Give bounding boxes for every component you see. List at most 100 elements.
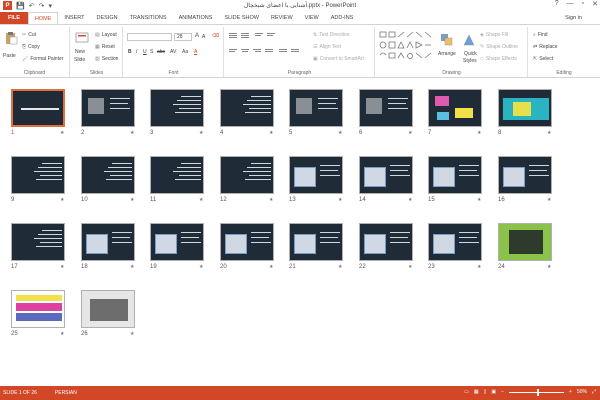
slide-thumbnail[interactable] [498, 89, 552, 127]
slide-sorter-view-icon[interactable]: ▦ [474, 389, 479, 395]
tab-view[interactable]: VIEW [299, 12, 325, 24]
tab-transitions[interactable]: TRANSITIONS [124, 12, 173, 24]
cut-button[interactable]: ✂ Cut [22, 32, 36, 38]
normal-view-icon[interactable]: ▭ [464, 389, 469, 395]
font-color-button[interactable]: A [194, 49, 197, 55]
slide-thumbnail[interactable] [81, 89, 135, 127]
slide-thumbnail[interactable] [498, 156, 552, 194]
strikethrough-button[interactable]: abc [157, 49, 165, 55]
tab-review[interactable]: REVIEW [265, 12, 299, 24]
change-case-button[interactable]: Aa [182, 49, 188, 55]
clear-format-icon[interactable]: ⌫ [212, 33, 219, 39]
section-button[interactable]: ▥ Section [95, 56, 118, 62]
arrange-icon[interactable] [440, 33, 454, 47]
italic-button[interactable]: I [136, 49, 137, 55]
slide-thumbnail[interactable] [11, 223, 65, 261]
slide-thumbnail[interactable] [359, 89, 413, 127]
slide-number: 19 [150, 264, 157, 270]
tab-insert[interactable]: INSERT [58, 12, 90, 24]
quick-styles-icon[interactable] [462, 33, 476, 47]
format-painter-button[interactable]: 🖌 Format Painter [22, 56, 63, 62]
slide-thumbnail[interactable] [11, 89, 65, 127]
slide-thumbnail[interactable] [81, 223, 135, 261]
font-size-box[interactable]: 28 [174, 33, 192, 41]
fit-slide-icon[interactable]: ⤢ [592, 389, 596, 395]
arrange-button[interactable]: Arrange [438, 51, 456, 57]
slide-thumbnail[interactable] [428, 156, 482, 194]
text-direction-button[interactable]: ⇅ Text Direction [313, 32, 350, 38]
slide-thumbnail[interactable] [150, 156, 204, 194]
new-slide-button-line2[interactable]: Slide [74, 57, 85, 63]
new-slide-icon[interactable] [75, 31, 89, 45]
reading-view-icon[interactable]: ▯ [484, 389, 487, 395]
text-shadow-button[interactable]: S [150, 49, 153, 55]
char-spacing-button[interactable]: AV [170, 49, 176, 55]
paragraph-buttons-icon[interactable] [229, 32, 309, 62]
grow-font-button[interactable]: A [195, 33, 199, 39]
find-button[interactable]: ⌕ Find [533, 32, 548, 38]
new-slide-button[interactable]: New [75, 49, 85, 55]
slideshow-view-icon[interactable]: ▣ [491, 389, 496, 395]
title-bar: P 💾 ↶ ↷ ▾ آشنایی با اعضای شیخچال.pptx - … [0, 0, 600, 12]
zoom-out-icon[interactable]: − [501, 389, 504, 395]
ribbon: Paste ✂ Cut ⎘ Copy 🖌 Format Painter Clipboa… [0, 24, 600, 78]
replace-button[interactable]: ⇄ Replace [533, 44, 558, 50]
slide-transition-icon: ★ [130, 331, 135, 337]
slide-transition-icon: ★ [408, 130, 413, 136]
tab-slide-show[interactable]: SLIDE SHOW [218, 12, 265, 24]
reset-button[interactable]: ▦ Reset [95, 44, 115, 50]
tab-add-ins[interactable]: ADD-INS [325, 12, 360, 24]
slide-thumbnail[interactable] [359, 156, 413, 194]
shrink-font-button[interactable]: A [202, 34, 205, 40]
slide-thumbnail[interactable] [498, 223, 552, 261]
quick-styles-button[interactable]: Quick [464, 51, 477, 57]
bold-button[interactable]: B [128, 49, 132, 55]
slide-thumbnail[interactable] [81, 156, 135, 194]
zoom-level[interactable]: 50% [577, 389, 587, 395]
close-button[interactable]: ✕ [592, 0, 598, 8]
slide-thumbnail[interactable] [359, 223, 413, 261]
layout-icon: ▤ [95, 32, 100, 38]
smartart-label: Convert to SmartArt [319, 56, 364, 62]
copy-button[interactable]: ⎘ Copy [22, 44, 40, 50]
zoom-in-icon[interactable]: + [569, 389, 572, 395]
zoom-slider[interactable] [509, 388, 565, 396]
shape-fill-button[interactable]: ◈ Shape Fill [480, 32, 508, 38]
quick-styles-button-line2[interactable]: Styles [463, 58, 477, 64]
slide-thumbnail[interactable] [428, 223, 482, 261]
slide-thumbnail[interactable] [289, 156, 343, 194]
paste-button[interactable]: Paste [3, 53, 16, 59]
underline-button[interactable]: U [143, 49, 147, 55]
align-text-button[interactable]: ☰ Align Text [313, 44, 341, 50]
select-button[interactable]: ⇱ Select [533, 56, 553, 62]
shape-outline-button[interactable]: ✎ Shape Outline [480, 44, 518, 50]
help-button[interactable]: ? [555, 0, 559, 8]
sign-in-link[interactable]: Sign in [565, 15, 582, 21]
shapes-gallery-icon[interactable] [379, 31, 437, 65]
convert-smartart-button[interactable]: ▣ Convert to SmartArt [313, 56, 364, 62]
tab-animations[interactable]: ANIMATIONS [173, 12, 219, 24]
editing-group: ⌕ Find ⇄ Replace ⇱ Select Editing [529, 27, 599, 77]
minimize-button[interactable]: — [567, 0, 574, 8]
layout-button[interactable]: ▤ Layout [95, 32, 117, 38]
slide-thumbnail[interactable] [289, 89, 343, 127]
paste-icon[interactable] [4, 31, 18, 45]
slide-thumbnail[interactable] [11, 156, 65, 194]
font-name-box[interactable] [127, 33, 172, 41]
slide-thumbnail[interactable] [150, 223, 204, 261]
slide-thumbnail[interactable] [11, 290, 65, 328]
slide-thumbnail[interactable] [428, 89, 482, 127]
slide-thumbnail[interactable] [289, 223, 343, 261]
zoom-slider-knob[interactable] [537, 388, 540, 396]
shape-effects-button[interactable]: ◇ Shape Effects [480, 56, 517, 62]
maximize-button[interactable]: ▫ [582, 0, 584, 8]
tab-home[interactable]: HOME [27, 12, 59, 24]
language-indicator[interactable]: PERSIAN [55, 390, 77, 396]
slide-thumbnail[interactable] [150, 89, 204, 127]
slide-thumbnail[interactable] [220, 223, 274, 261]
slide-thumbnail[interactable] [81, 290, 135, 328]
slide-thumbnail[interactable] [220, 89, 274, 127]
tab-design[interactable]: DESIGN [91, 12, 124, 24]
slide-thumbnail[interactable] [220, 156, 274, 194]
tab-file[interactable]: FILE [0, 12, 28, 24]
